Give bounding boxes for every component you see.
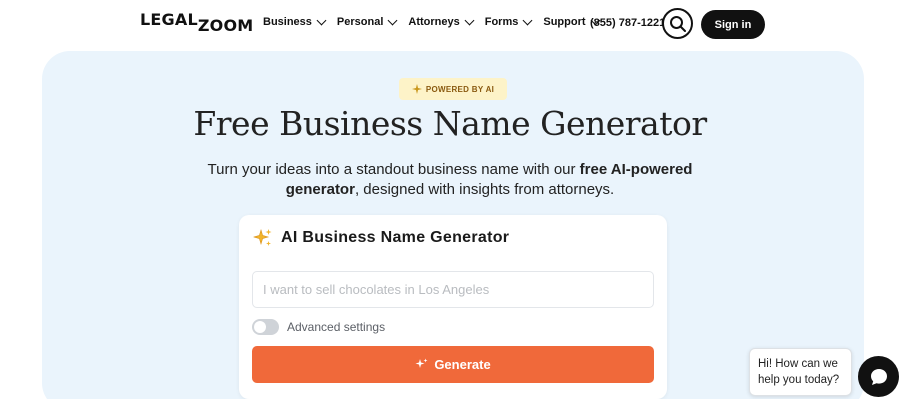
advanced-settings-toggle[interactable]	[252, 319, 279, 335]
chevron-down-icon	[387, 15, 398, 25]
nav-attorneys-label: Attorneys	[408, 16, 460, 28]
generator-title: AI Business Name Generator	[253, 228, 509, 248]
search-icon	[669, 15, 686, 32]
sparkle-icon	[415, 358, 428, 368]
chevron-down-icon	[522, 15, 533, 25]
chat-prompt-bubble[interactable]: Hi! How can we help you today?	[749, 348, 852, 396]
nav-support-label: Support	[543, 16, 586, 28]
main-nav: Business Personal Attorneys Forms Suppor…	[263, 15, 600, 28]
subtitle-text: Turn your ideas into a standout business…	[207, 161, 580, 178]
chat-launcher-button[interactable]	[858, 356, 899, 397]
chevron-down-icon	[464, 15, 475, 25]
nav-personal[interactable]: Personal	[336, 15, 398, 28]
page-subtitle: Turn your ideas into a standout business…	[195, 160, 705, 200]
legalzoom-logo[interactable]: LEGALZOOM	[140, 10, 253, 35]
sparkles-icon	[253, 228, 272, 246]
nav-attorneys[interactable]: Attorneys	[408, 15, 475, 28]
badge-label: POWERED BY AI	[425, 84, 495, 94]
search-button[interactable]	[662, 8, 693, 39]
page-title: Free Business Name Generator	[193, 104, 707, 143]
advanced-settings-label: Advanced settings	[287, 320, 386, 334]
site-header: LEGALZOOM Business Personal Attorneys Fo…	[0, 0, 900, 50]
powered-by-ai-badge: POWERED BY AI	[399, 78, 507, 100]
chevron-down-icon	[316, 15, 327, 25]
subtitle-text-end: , designed with insights from attorneys.	[354, 181, 615, 198]
nav-forms[interactable]: Forms	[484, 15, 533, 28]
sign-in-button[interactable]: Sign in	[701, 10, 765, 39]
chat-icon	[870, 368, 887, 385]
nav-business-label: Business	[263, 16, 312, 28]
generator-title-text: AI Business Name Generator	[281, 229, 510, 246]
generate-button[interactable]: Generate	[252, 346, 654, 383]
nav-personal-label: Personal	[336, 16, 384, 28]
nav-forms-label: Forms	[484, 16, 519, 28]
nav-business[interactable]: Business	[263, 15, 327, 28]
sparkle-icon	[411, 84, 422, 94]
generate-button-label: Generate	[434, 357, 491, 372]
phone-link[interactable]: (855) 787-1221	[590, 17, 665, 29]
toggle-knob	[254, 321, 266, 333]
business-idea-input[interactable]	[252, 271, 654, 308]
